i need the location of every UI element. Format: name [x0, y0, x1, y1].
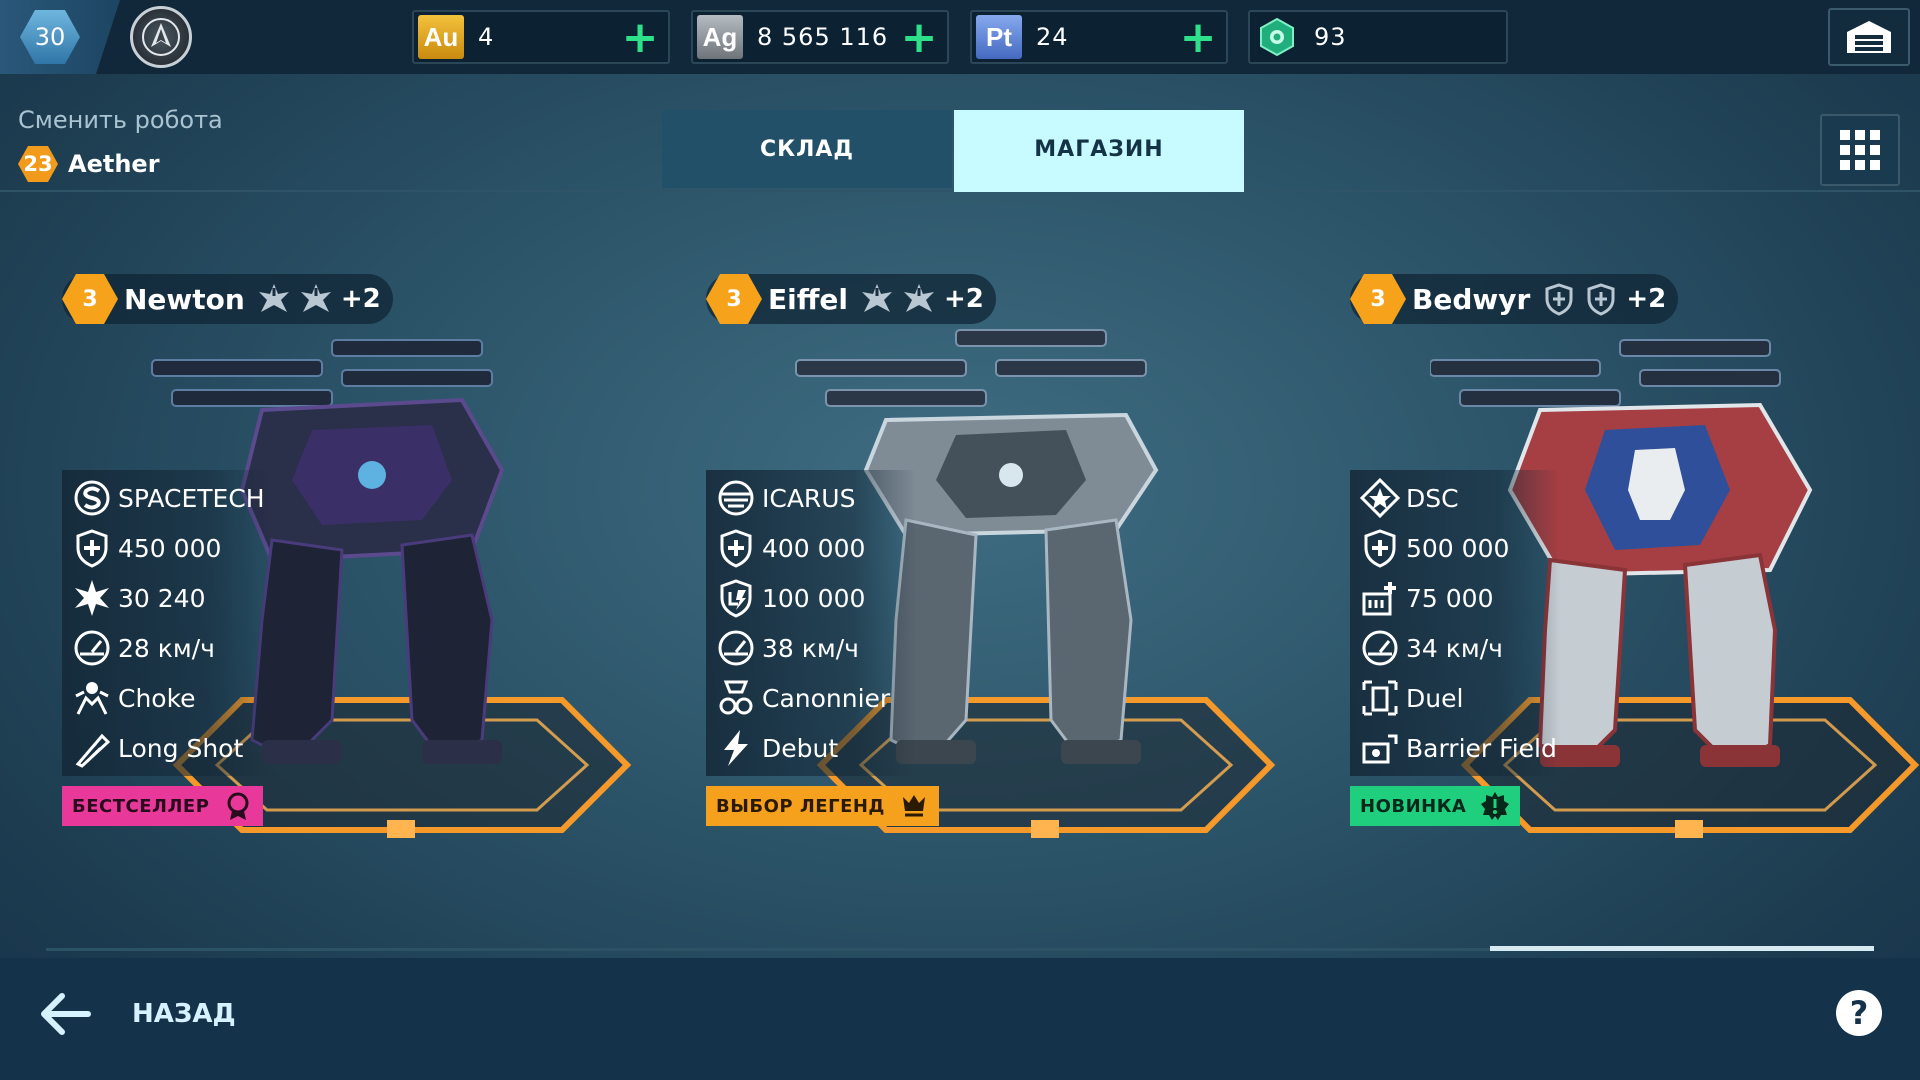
horizontal-scrollbar-thumb[interactable] [1490, 946, 1874, 951]
stat-speed: 34 км/ч [1360, 626, 1503, 670]
robot-level-badge: 3 [62, 274, 118, 324]
robot-level-badge: 3 [1350, 274, 1406, 324]
stat-barrier: 75 000 [1360, 576, 1493, 620]
robot-title: 3 Eiffel +2 [706, 274, 996, 324]
add-silver-button[interactable]: + [901, 16, 938, 60]
top-bar: 30 Au 4 + Ag 8 565 116 + Pt 24 + 93 [0, 0, 1920, 74]
dsc-logo-icon [1360, 478, 1400, 518]
add-gold-button[interactable]: + [622, 16, 659, 60]
grid-view-button[interactable] [1820, 114, 1900, 186]
energy-shield-icon [720, 579, 752, 618]
current-robot-name: Aether [68, 150, 160, 178]
stat-durability: 400 000 [716, 526, 865, 570]
hangar-button[interactable] [1828, 8, 1910, 66]
stat-pilot: Duel [1360, 676, 1463, 720]
drone-icon [724, 730, 748, 766]
barrier-icon [1362, 582, 1396, 616]
back-arrow-icon [41, 993, 91, 1035]
power-cell-icon [1254, 15, 1300, 59]
extra-slots-count: +2 [1626, 284, 1667, 314]
heavy-weapon-slot-icon [300, 284, 331, 312]
new-badge-icon [1481, 792, 1510, 820]
help-button[interactable]: ? [1836, 990, 1882, 1036]
silver-counter[interactable]: Ag 8 565 116 + [691, 10, 949, 64]
silver-value: 8 565 116 [757, 23, 889, 51]
stat-pilot: Choke [72, 676, 196, 720]
platinum-value: 24 [1036, 23, 1069, 51]
robot-title: 3 Bedwyr +2 [1350, 274, 1679, 324]
power-cells-counter[interactable]: 93 [1248, 10, 1508, 64]
power-cells-value: 93 [1314, 23, 1347, 51]
league-emblem-icon[interactable] [130, 6, 192, 68]
robot-card-bedwyr[interactable]: 3 Bedwyr +2 DSC 500 000 75 000 34 км/ч D… [1350, 270, 1920, 860]
stat-speed: 38 км/ч [716, 626, 859, 670]
shield-weapon-slot-icon [1545, 283, 1573, 316]
stat-manufacturer: ICARUS [716, 476, 855, 520]
stat-durability: 500 000 [1360, 526, 1509, 570]
durability-shield-icon [76, 529, 108, 568]
damage-burst-icon [75, 580, 109, 616]
extra-slots-count: +2 [944, 284, 984, 314]
pilot-skill-icon [719, 680, 753, 715]
robot-name: Newton [124, 282, 245, 316]
legends-choice-tag: ВЫБОР ЛЕГЕНД [706, 786, 939, 826]
extra-slots-count: +2 [340, 284, 381, 314]
current-robot-level-badge: 23 [18, 146, 58, 182]
platinum-icon: Pt [976, 15, 1022, 59]
add-platinum-button[interactable]: + [1180, 16, 1217, 60]
robot-stats: SPACETECH 450 000 30 240 28 км/ч Choke L… [62, 470, 272, 776]
heavy-weapon-slot-icon [258, 284, 289, 312]
gold-counter[interactable]: Au 4 + [412, 10, 670, 64]
bestseller-tag: БЕСТСЕЛЛЕР [62, 786, 264, 826]
stat-shield: 100 000 [716, 576, 865, 620]
current-robot[interactable]: 23 Aether [18, 146, 160, 182]
speedometer-icon [1362, 630, 1398, 666]
drone-icon [1362, 734, 1398, 764]
platinum-counter[interactable]: Pt 24 + [970, 10, 1228, 64]
durability-shield-icon [720, 529, 752, 568]
stat-durability: 450 000 [72, 526, 221, 570]
speedometer-icon [74, 630, 110, 666]
silver-icon: Ag [697, 15, 743, 59]
robot-level-badge: 3 [706, 274, 762, 324]
stat-drone: Long Shot [72, 726, 243, 770]
tab-shop[interactable]: МАГАЗИН [954, 110, 1244, 188]
medal-icon [227, 792, 249, 820]
robot-title: 3 Newton +2 [62, 274, 393, 324]
back-button[interactable]: НАЗАД [36, 990, 236, 1038]
robot-stats: ICARUS 400 000 100 000 38 км/ч Canonnier… [706, 470, 916, 776]
pilot-skill-icon [1362, 680, 1398, 716]
stat-pilot: Canonnier [716, 676, 890, 720]
robot-card-newton[interactable]: 3 Newton +2 SPACETECH 450 000 30 240 28 … [62, 270, 632, 860]
gold-icon: Au [418, 15, 464, 59]
spacetech-logo-icon [74, 480, 110, 516]
back-label: НАЗАД [132, 999, 236, 1029]
stat-speed: 28 км/ч [72, 626, 215, 670]
laurel-crown-icon [902, 795, 925, 817]
shield-weapon-slot-icon [1587, 283, 1615, 316]
drone-icon [75, 733, 111, 768]
stat-manufacturer: DSC [1360, 476, 1459, 520]
speedometer-icon [718, 630, 754, 666]
hangar-icon [1847, 21, 1891, 53]
robot-stats: DSC 500 000 75 000 34 км/ч Duel Barrier … [1350, 470, 1560, 776]
stat-drone: Barrier Field [1360, 726, 1557, 770]
bottom-bar [0, 958, 1920, 1080]
stat-manufacturer: SPACETECH [72, 476, 265, 520]
gold-value: 4 [478, 23, 495, 51]
stat-drone: Debut [716, 726, 838, 770]
heavy-weapon-slot-icon [904, 284, 934, 312]
pilot-skill-icon [75, 682, 109, 715]
tab-storage[interactable]: СКЛАД [662, 110, 952, 188]
change-robot-label[interactable]: Сменить робота [18, 106, 223, 134]
robot-name: Eiffel [768, 282, 848, 316]
heavy-weapon-slot-icon [862, 284, 892, 312]
new-item-tag: НОВИНКА [1350, 786, 1521, 826]
robot-card-eiffel[interactable]: 3 Eiffel +2 ICARUS 400 000 100 000 38 км… [706, 270, 1276, 860]
active-tab-indicator [954, 188, 1244, 192]
durability-shield-icon [1364, 529, 1396, 568]
robot-name: Bedwyr [1412, 282, 1531, 316]
icarus-logo-icon [718, 480, 754, 516]
stat-damage: 30 240 [72, 576, 205, 620]
